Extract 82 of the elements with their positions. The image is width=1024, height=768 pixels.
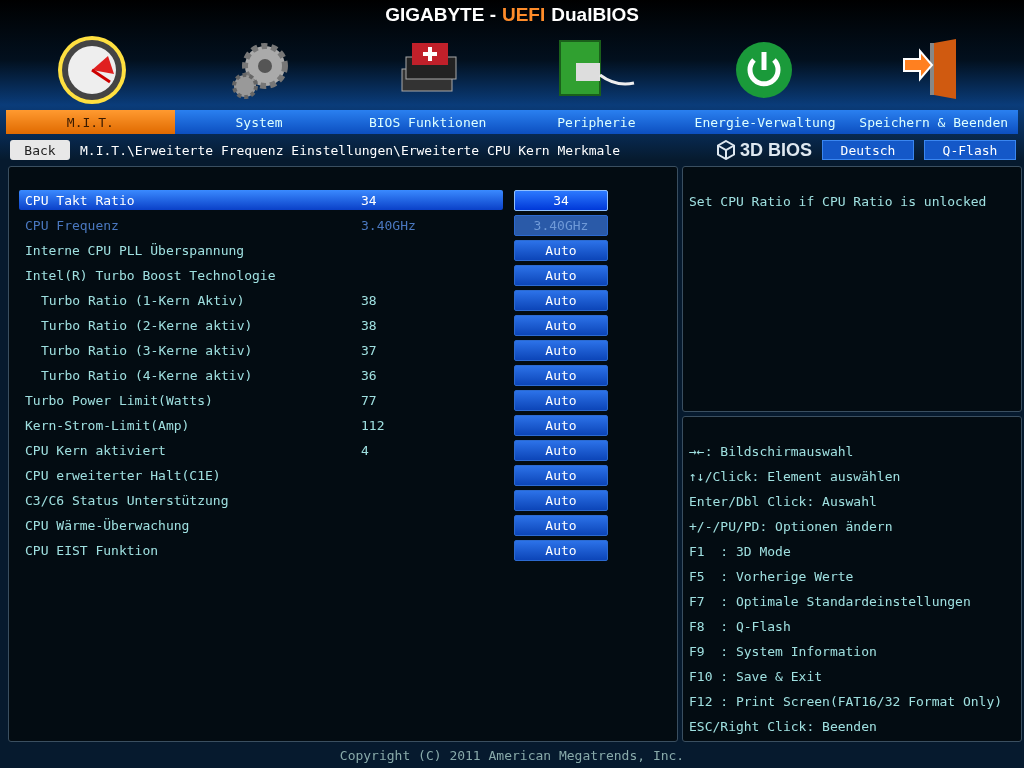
- setting-value: 37: [361, 342, 377, 358]
- setting-row[interactable]: Turbo Power Limit(Watts) 77: [19, 390, 503, 410]
- help-line: Enter/Dbl Click: Auswahl: [689, 493, 878, 511]
- setting-value: 34: [361, 192, 377, 208]
- setting-label: CPU erweiterter Halt(C1E): [25, 467, 222, 483]
- setting-label: Kern-Strom-Limit(Amp): [25, 417, 191, 433]
- setting-row[interactable]: CPU erweiterter Halt(C1E): [19, 465, 503, 485]
- setting-label: Turbo Ratio (3-Kerne aktiv): [41, 342, 254, 358]
- help-line: F5 : Vorherige Werte: [689, 568, 855, 586]
- option-button[interactable]: Auto: [514, 539, 608, 561]
- menu-tab[interactable]: Speichern & Beenden: [849, 110, 1019, 134]
- option-button[interactable]: Auto: [514, 289, 608, 311]
- qflash-button[interactable]: Q-Flash: [924, 140, 1016, 160]
- setting-row[interactable]: CPU EIST Funktion: [19, 540, 503, 560]
- setting-value: 38: [361, 292, 377, 308]
- setting-row[interactable]: Interne CPU PLL Überspannung: [19, 240, 503, 260]
- copyright-text: Copyright (C) 2011 American Megatrends, Inc.: [339, 747, 685, 763]
- setting-value: 77: [361, 392, 377, 408]
- option-button[interactable]: Auto: [514, 239, 608, 261]
- help-line: F7 : Optimale Standardeinstellungen: [689, 593, 972, 611]
- gears-icon: [229, 40, 291, 100]
- option-button[interactable]: Auto: [514, 439, 608, 461]
- setting-row[interactable]: CPU Wärme-Überwachung: [19, 515, 503, 535]
- setting-value: 3.40GHz: [361, 217, 416, 233]
- option-button[interactable]: Auto: [514, 339, 608, 361]
- help-line: →←: Bildschirmauswahl: [689, 443, 855, 461]
- help-line: F8 : Q-Flash: [689, 618, 792, 636]
- option-button[interactable]: 34: [514, 189, 608, 211]
- setting-label: Turbo Ratio (1-Kern Aktiv): [41, 292, 246, 308]
- setting-value: 38: [361, 317, 377, 333]
- help-line: F9 : System Information: [689, 643, 878, 661]
- setting-row[interactable]: CPU Kern aktiviert 4: [19, 440, 503, 460]
- back-button[interactable]: Back: [10, 140, 70, 160]
- option-button[interactable]: Auto: [514, 264, 608, 286]
- setting-label: CPU Takt Ratio: [25, 192, 136, 208]
- window-title: GIGABYTE - UEFI DualBIOS: [384, 3, 640, 27]
- cube-icon: [715, 140, 736, 160]
- setting-row[interactable]: Kern-Strom-Limit(Amp) 112: [19, 415, 503, 435]
- help-line: ↑↓/Click: Element auswählen: [689, 468, 902, 486]
- setting-label: CPU EIST Funktion: [25, 542, 160, 558]
- option-button[interactable]: Auto: [514, 389, 608, 411]
- setting-label: Intel(R) Turbo Boost Technologie: [25, 267, 277, 283]
- option-button[interactable]: Auto: [514, 514, 608, 536]
- setting-row[interactable]: Turbo Ratio (4-Kerne aktiv) 36: [19, 365, 503, 385]
- menu-tab[interactable]: System: [174, 110, 344, 134]
- setting-row[interactable]: Turbo Ratio (1-Kern Aktiv) 38: [19, 290, 503, 310]
- setting-label: CPU Frequenz: [25, 217, 120, 233]
- setting-row[interactable]: Turbo Ratio (3-Kerne aktiv) 37: [19, 340, 503, 360]
- speedometer-icon: [56, 34, 128, 106]
- help-line: +/-/PU/PD: Optionen ändern: [689, 518, 894, 536]
- help-line: F10 : Save & Exit: [689, 668, 824, 686]
- setting-label: C3/C6 Status Unterstützung: [25, 492, 230, 508]
- description-text: Set CPU Ratio if CPU Ratio is unlocked: [689, 193, 988, 211]
- option-button[interactable]: Auto: [514, 464, 608, 486]
- setting-value: 36: [361, 367, 377, 383]
- setting-label: Turbo Ratio (2-Kerne aktiv): [41, 317, 254, 333]
- help-line: F1 : 3D Mode: [689, 543, 792, 561]
- option-button[interactable]: Auto: [514, 489, 608, 511]
- menu-tab[interactable]: Energie-Verwaltung: [680, 110, 850, 134]
- language-button[interactable]: Deutsch: [822, 140, 914, 160]
- setting-row[interactable]: C3/C6 Status Unterstützung: [19, 490, 503, 510]
- option-button[interactable]: Auto: [514, 314, 608, 336]
- setting-row[interactable]: Turbo Ratio (2-Kerne aktiv) 38: [19, 315, 503, 335]
- help-line: ESC/Right Click: Beenden: [689, 718, 878, 736]
- logo-text: 3D BIOS: [739, 139, 812, 161]
- setting-row[interactable]: CPU Takt Ratio 34: [19, 190, 503, 210]
- menu-tab[interactable]: M.I.T.: [6, 110, 175, 134]
- setting-value: 112: [361, 417, 385, 433]
- option-button[interactable]: Auto: [514, 414, 608, 436]
- setting-label: Turbo Ratio (4-Kerne aktiv): [41, 367, 254, 383]
- setting-label: Turbo Power Limit(Watts): [25, 392, 214, 408]
- help-line: F12 : Print Screen(FAT16/32 Format Only): [689, 693, 1004, 711]
- menu-tab[interactable]: BIOS Funktionen: [343, 110, 512, 134]
- setting-label: Interne CPU PLL Überspannung: [25, 242, 246, 258]
- setting-row[interactable]: Intel(R) Turbo Boost Technologie: [19, 265, 503, 285]
- option-button[interactable]: Auto: [514, 364, 608, 386]
- setting-value: 4: [361, 442, 369, 458]
- power-icon: [734, 40, 794, 100]
- breadcrumb: M.I.T.\Erweiterte Frequenz Einstellungen\Erweiterte CPU Kern Merkmale: [80, 142, 622, 158]
- menu-tab[interactable]: Peripherie: [512, 110, 681, 134]
- setting-label: CPU Kern aktiviert: [25, 442, 167, 458]
- setting-label: CPU Wärme-Überwachung: [25, 517, 191, 533]
